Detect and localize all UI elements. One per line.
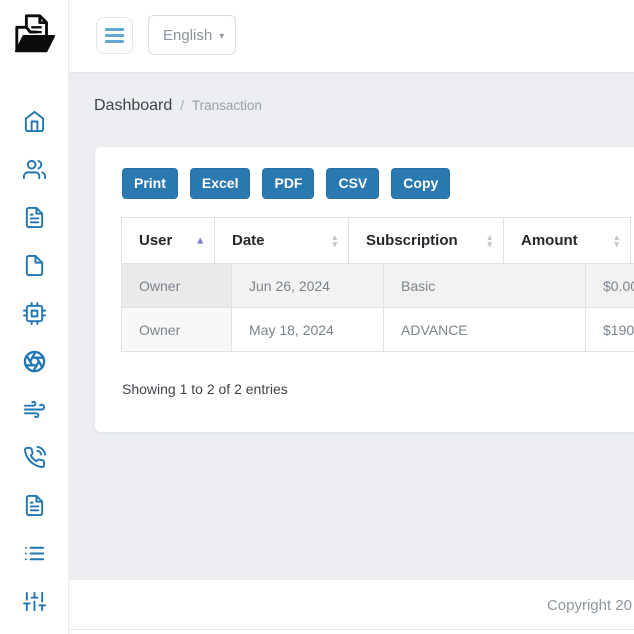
- transactions-table: User ▴ Date ▴▾ Subscription ▴▾: [121, 217, 634, 352]
- open-folder-document-icon: [12, 44, 58, 61]
- sidebar-item-phone[interactable]: [0, 448, 69, 472]
- column-label: Subscription: [366, 232, 458, 249]
- table-summary: Showing 1 to 2 of 2 entries: [122, 381, 288, 397]
- home-icon: [23, 110, 46, 138]
- breadcrumb-separator: /: [180, 98, 184, 113]
- sidebar-item-cpu[interactable]: [0, 304, 69, 328]
- cell-user: Owner: [122, 264, 232, 308]
- file-text-icon: [23, 494, 46, 522]
- print-button[interactable]: Print: [122, 168, 178, 199]
- sidebar: [0, 0, 69, 634]
- sidebar-item-file[interactable]: [0, 256, 69, 280]
- file-icon: [23, 254, 46, 282]
- column-header-subscription[interactable]: Subscription ▴▾: [349, 218, 504, 264]
- column-label: Date: [232, 232, 265, 249]
- sort-icon: ▴▾: [487, 234, 492, 248]
- list-icon: [23, 542, 46, 570]
- language-selector[interactable]: English ▾: [148, 15, 236, 55]
- sort-asc-icon: ▴: [197, 235, 203, 246]
- breadcrumb-current: Transaction: [192, 98, 262, 113]
- sort-icon: ▴▾: [332, 234, 337, 248]
- column-header-amount[interactable]: Amount ▴▾: [504, 218, 631, 264]
- phone-call-icon: [23, 446, 46, 474]
- table-row: Owner May 18, 2024 ADVANCE $1900.00: [122, 308, 634, 352]
- sidebar-item-wind[interactable]: [0, 400, 69, 424]
- cell-amount: $0.00: [586, 264, 634, 308]
- sidebar-toggle-button[interactable]: [96, 17, 133, 54]
- main-content: Dashboard / Transaction Print Excel PDF …: [69, 73, 634, 580]
- table-row: Owner Jun 26, 2024 Basic $0.00: [122, 264, 634, 308]
- copy-button[interactable]: Copy: [391, 168, 450, 199]
- copyright-text: Copyright 20: [547, 597, 632, 614]
- cell-date: May 18, 2024: [232, 308, 384, 352]
- sliders-icon: [23, 590, 46, 618]
- sidebar-item-documents[interactable]: [0, 208, 69, 232]
- chevron-down-icon: ▾: [219, 31, 224, 42]
- page-footer: Copyright 20: [69, 580, 634, 630]
- column-header-user[interactable]: User ▴: [122, 218, 215, 264]
- hamburger-icon: [105, 28, 124, 43]
- language-value: English: [163, 27, 212, 44]
- transactions-card: Print Excel PDF CSV Copy User ▴ Date: [95, 147, 634, 432]
- pdf-button[interactable]: PDF: [262, 168, 314, 199]
- cell-amount: $1900.00: [586, 308, 634, 352]
- table-body: Owner Jun 26, 2024 Basic $0.00 Owner May…: [121, 263, 634, 352]
- excel-button[interactable]: Excel: [190, 168, 251, 199]
- table-header: User ▴ Date ▴▾ Subscription ▴▾: [121, 217, 631, 264]
- aperture-icon: [23, 350, 46, 378]
- column-label: Amount: [521, 232, 578, 249]
- sort-icon: ▴▾: [614, 234, 619, 248]
- brand-logo[interactable]: [12, 11, 58, 57]
- sidebar-item-users[interactable]: [0, 160, 69, 184]
- cpu-icon: [23, 302, 46, 330]
- file-text-icon: [23, 206, 46, 234]
- app: { "brand": { "logo_icon": "open-folder-d…: [0, 0, 634, 634]
- breadcrumb: Dashboard / Transaction: [94, 97, 262, 115]
- users-icon: [23, 158, 46, 186]
- sidebar-item-home[interactable]: [0, 112, 69, 136]
- cell-subscription: Basic: [384, 264, 586, 308]
- csv-button[interactable]: CSV: [326, 168, 379, 199]
- cell-date: Jun 26, 2024: [232, 264, 384, 308]
- top-navbar: English ▾: [69, 0, 634, 73]
- wind-icon: [23, 398, 46, 426]
- sidebar-item-aperture[interactable]: [0, 352, 69, 376]
- cell-subscription: ADVANCE: [384, 308, 586, 352]
- sidebar-item-report[interactable]: [0, 496, 69, 520]
- cell-user: Owner: [122, 308, 232, 352]
- sidebar-item-list[interactable]: [0, 544, 69, 568]
- export-toolbar: Print Excel PDF CSV Copy: [122, 168, 450, 199]
- breadcrumb-dashboard[interactable]: Dashboard: [94, 97, 172, 115]
- column-header-date[interactable]: Date ▴▾: [215, 218, 349, 264]
- sidebar-item-settings[interactable]: [0, 592, 69, 616]
- column-label: User: [139, 232, 172, 249]
